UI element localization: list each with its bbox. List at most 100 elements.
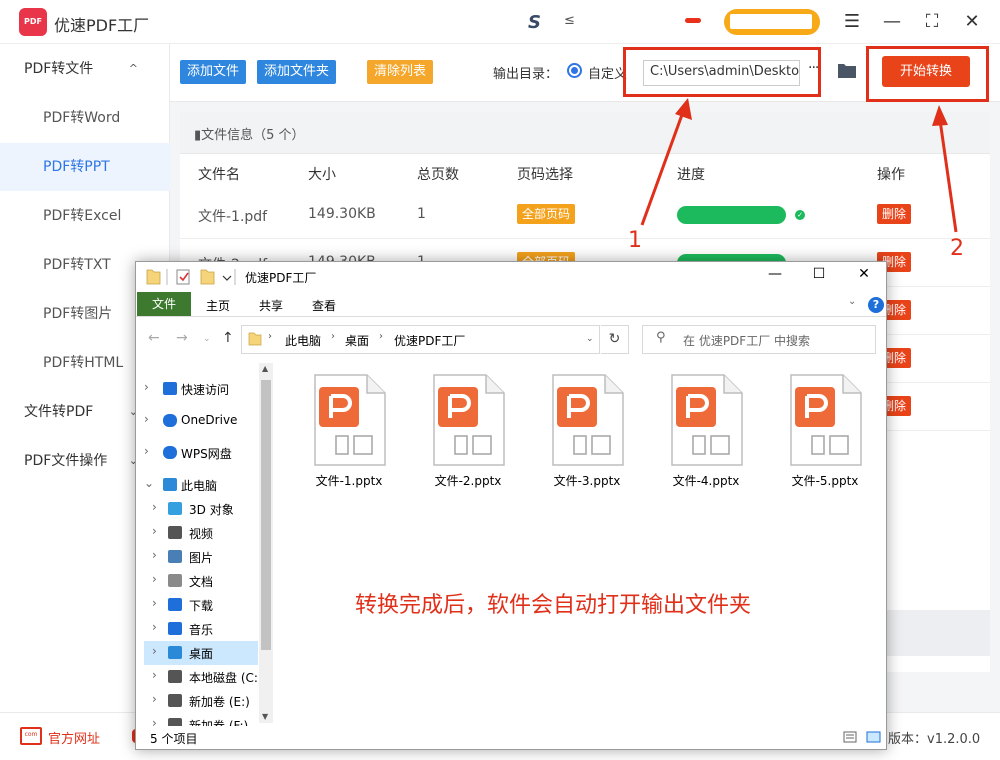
quick-access-toolbar-icons[interactable] <box>145 267 237 287</box>
address-dropdown-icon[interactable]: ⌄ <box>586 334 594 344</box>
nav-item[interactable]: › 文档 <box>144 569 258 593</box>
nav-item-label: OneDrive <box>181 413 238 427</box>
breadcrumb-this-pc[interactable]: 此电脑 <box>285 332 321 349</box>
file-item[interactable]: 文件-5.pptx <box>775 372 875 492</box>
drive-icon <box>168 670 182 683</box>
clear-list-button[interactable]: 清除列表 <box>367 60 434 84</box>
chevron-right-icon[interactable]: › <box>152 596 157 610</box>
cell-size: 149.30KB <box>308 206 376 222</box>
conversion-complete-message: 转换完成后，软件会自动打开输出文件夹 <box>355 593 752 618</box>
chevron-right-icon[interactable]: › <box>144 412 149 426</box>
promo-pill-content <box>730 14 812 29</box>
forward-arrow-icon[interactable]: → <box>176 330 188 346</box>
nav-item[interactable]: › 下载 <box>144 593 258 617</box>
nav-item[interactable]: › 桌面 <box>144 641 258 665</box>
output-dir-label: 输出目录： <box>493 67 559 82</box>
file-item[interactable]: 文件-1.pptx <box>299 372 399 492</box>
ribbon-tab-file[interactable]: 文件 <box>137 292 191 316</box>
page-select-badge[interactable]: 全部页码 <box>517 204 576 224</box>
video-icon <box>168 526 182 539</box>
nav-item[interactable]: › 图片 <box>144 545 258 569</box>
file-item[interactable]: 文件-2.pptx <box>418 372 518 492</box>
view-mode-icons[interactable] <box>843 730 883 744</box>
item-count: 5 个项目 <box>150 732 198 746</box>
sidebar-group-pdf-to-file[interactable]: PDF转文件 ^ <box>0 45 170 93</box>
search-placeholder: 在 优速PDF工厂 中搜索 <box>683 334 811 348</box>
chevron-right-icon[interactable]: › <box>152 572 157 586</box>
nav-item[interactable]: › 本地磁盘 (C:) <box>144 665 263 689</box>
chevron-down-icon[interactable]: ⌄ <box>144 476 154 490</box>
explorer-minimize-button[interactable]: — <box>760 266 790 286</box>
add-folder-button[interactable]: 添加文件夹 <box>257 60 337 84</box>
help-icon[interactable]: ? <box>868 297 884 313</box>
nav-item[interactable]: › OneDrive <box>136 409 258 433</box>
chevron-right-icon[interactable]: › <box>152 548 157 562</box>
file-item[interactable]: 文件-4.pptx <box>656 372 756 492</box>
chevron-right-icon[interactable]: › <box>152 668 157 682</box>
up-arrow-icon[interactable]: ↑ <box>222 330 234 346</box>
title-mid-text: ≤ <box>564 13 575 28</box>
nav-item-label: 本地磁盘 (C:) <box>189 671 263 685</box>
sidebar-item-pdf-to-ppt[interactable]: PDF转PPT <box>0 143 170 191</box>
add-file-button[interactable]: 添加文件 <box>180 60 247 84</box>
file-info-count: 文件信息（5 个） <box>201 128 305 143</box>
nav-item[interactable]: ⌄ 此电脑 <box>136 473 258 497</box>
breadcrumb-current-folder[interactable]: 优速PDF工厂 <box>394 332 465 349</box>
chevron-right-icon[interactable]: › <box>152 500 157 514</box>
scroll-up-icon[interactable]: ▲ <box>262 364 268 373</box>
cell-filename: 文件-1.pdf <box>198 209 268 225</box>
chevron-right-icon[interactable]: › <box>144 380 149 394</box>
maximize-button[interactable]: ⛶ <box>920 10 944 34</box>
computer-icon <box>163 478 177 491</box>
scroll-down-icon[interactable]: ▼ <box>262 712 268 721</box>
open-folder-icon[interactable] <box>837 62 857 79</box>
chevron-right-icon[interactable]: › <box>152 620 157 634</box>
breadcrumb-desktop[interactable]: 桌面 <box>345 332 369 349</box>
nav-item-label: 文档 <box>189 575 214 589</box>
nav-item[interactable]: › 视频 <box>144 521 258 545</box>
chevron-right-icon[interactable]: › <box>152 644 157 658</box>
custom-output-label: 自定义 <box>588 67 628 82</box>
ribbon-tab-share[interactable]: 共享 <box>259 297 283 314</box>
nav-item-label: 桌面 <box>189 647 214 661</box>
nav-pane-scroll-thumb[interactable] <box>261 380 271 650</box>
sidebar-group-label: PDF转文件 <box>24 61 94 77</box>
chevron-right-icon[interactable]: › <box>144 444 149 458</box>
nav-item[interactable]: › 3D 对象 <box>144 497 258 521</box>
nav-item[interactable]: › 音乐 <box>144 617 258 641</box>
minimize-button[interactable]: — <box>880 10 904 34</box>
nav-item-label: 此电脑 <box>181 479 218 493</box>
ribbon-tab-home[interactable]: 主页 <box>206 297 230 314</box>
ribbon-tab-view[interactable]: 查看 <box>312 297 336 314</box>
ribbon-expand-chevron-icon[interactable]: ⌄ <box>848 296 856 307</box>
nav-item[interactable]: › 新加卷 (E:) <box>144 689 258 713</box>
sidebar-item-pdf-to-word[interactable]: PDF转Word <box>0 94 170 142</box>
chevron-up-icon: ^ <box>128 62 138 75</box>
official-site-link[interactable]: 官方网址 <box>48 728 100 747</box>
menu-icon[interactable]: ☰ <box>840 10 864 34</box>
nav-item[interactable]: › 快速访问 <box>136 377 258 401</box>
explorer-close-button[interactable]: ✕ <box>849 266 879 286</box>
desktop-icon <box>168 646 182 659</box>
cube-icon <box>168 502 182 515</box>
back-arrow-icon[interactable]: ← <box>148 330 160 346</box>
notification-icon[interactable] <box>685 18 701 23</box>
file-item[interactable]: 文件-3.pptx <box>537 372 637 492</box>
explorer-maximize-button[interactable]: ☐ <box>804 266 834 286</box>
nav-item-label: 下载 <box>189 599 214 613</box>
nav-item-label: 3D 对象 <box>189 503 234 517</box>
chevron-right-icon[interactable]: › <box>152 524 157 538</box>
nav-item[interactable]: › WPS网盘 <box>136 441 258 465</box>
sidebar-item-pdf-to-excel[interactable]: PDF转Excel <box>0 192 170 240</box>
search-icon: ⚲ <box>656 330 666 345</box>
annotation-number-2: 2 <box>950 236 964 261</box>
recent-locations-chevron-icon[interactable]: ⌄ <box>203 334 211 344</box>
nav-item-label: 新加卷 (E:) <box>189 695 250 709</box>
breadcrumb-separator-icon: › <box>331 331 335 342</box>
custom-output-radio[interactable] <box>567 63 582 78</box>
close-button[interactable]: ✕ <box>960 10 984 34</box>
chevron-right-icon[interactable]: › <box>152 692 157 706</box>
refresh-icon[interactable]: ↻ <box>601 325 629 354</box>
website-icon[interactable]: com <box>20 727 42 745</box>
download-icon <box>168 598 182 611</box>
